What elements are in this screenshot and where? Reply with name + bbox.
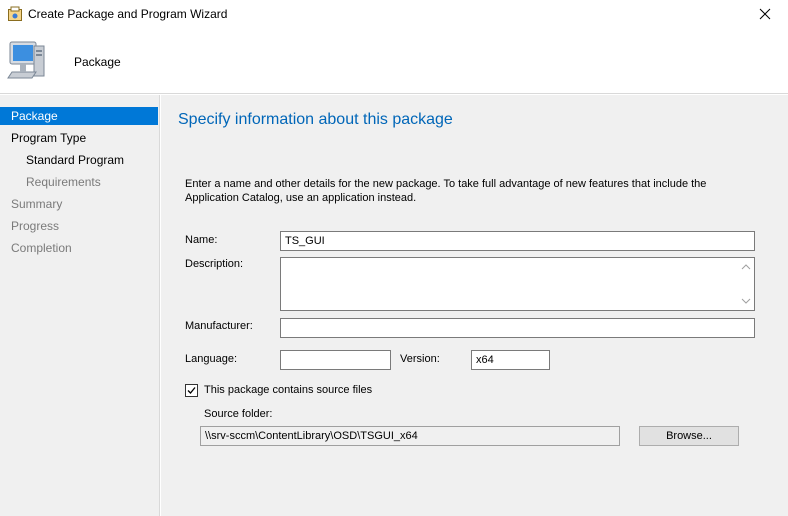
step-standard-program[interactable]: Standard Program bbox=[0, 151, 158, 169]
browse-button[interactable]: Browse... bbox=[639, 426, 739, 446]
wizard-header: Package bbox=[0, 30, 788, 94]
name-field[interactable]: TS_GUI bbox=[280, 231, 755, 251]
computer-icon bbox=[6, 36, 46, 86]
title-bar: Create Package and Program Wizard bbox=[0, 0, 788, 30]
source-folder-field[interactable]: \\srv-sccm\ContentLibrary\OSD\TSGUI_x64 bbox=[200, 426, 620, 446]
step-progress[interactable]: Progress bbox=[0, 217, 158, 235]
scroll-down-icon[interactable] bbox=[741, 296, 751, 306]
step-package[interactable]: Package bbox=[0, 107, 158, 125]
version-label: Version: bbox=[400, 353, 440, 365]
close-icon bbox=[759, 8, 771, 23]
header-title: Package bbox=[74, 55, 121, 69]
source-files-label: This package contains source files bbox=[204, 384, 373, 396]
version-field[interactable]: x64 bbox=[471, 350, 550, 370]
scroll-up-icon[interactable] bbox=[741, 262, 751, 272]
step-summary[interactable]: Summary bbox=[0, 195, 158, 213]
wizard-steps-sidebar: Package Program Type Standard Program Re… bbox=[0, 95, 160, 516]
source-files-checkbox[interactable] bbox=[185, 384, 198, 397]
manufacturer-field[interactable] bbox=[280, 318, 755, 338]
wizard-page: Specify information about this package E… bbox=[161, 95, 788, 516]
page-title: Specify information about this package bbox=[178, 111, 453, 128]
description-label: Description: bbox=[185, 258, 244, 270]
manufacturer-label: Manufacturer: bbox=[185, 320, 253, 332]
language-label: Language: bbox=[185, 353, 237, 365]
close-button[interactable] bbox=[742, 0, 788, 30]
wizard-icon bbox=[7, 6, 23, 22]
checkmark-icon bbox=[187, 387, 196, 394]
window-title: Create Package and Program Wizard bbox=[28, 7, 228, 21]
name-label: Name: bbox=[185, 234, 218, 246]
step-requirements[interactable]: Requirements bbox=[0, 173, 158, 191]
intro-text: Enter a name and other details for the n… bbox=[185, 178, 707, 204]
source-folder-label: Source folder: bbox=[204, 408, 273, 420]
step-program-type[interactable]: Program Type bbox=[0, 129, 158, 147]
step-completion[interactable]: Completion bbox=[0, 239, 158, 257]
description-field[interactable] bbox=[280, 257, 755, 311]
language-field[interactable] bbox=[280, 350, 391, 370]
